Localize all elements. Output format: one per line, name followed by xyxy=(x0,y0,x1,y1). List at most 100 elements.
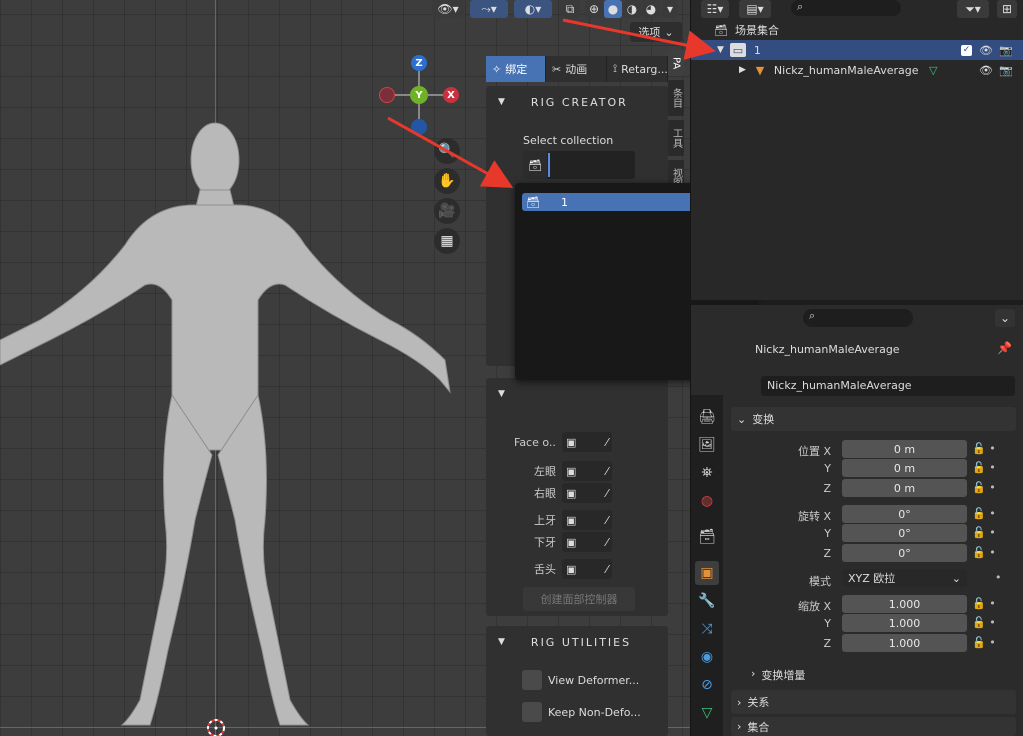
eyedropper-icon[interactable]: ⁄ xyxy=(606,536,608,549)
shading-dropdown-icon[interactable]: ▾ xyxy=(662,0,678,18)
eyedropper-icon[interactable]: ⁄ xyxy=(606,563,608,576)
object-row[interactable]: ▶ ▼ Nickz_humanMaleAverage ▽ 👁 📷 xyxy=(691,60,1023,80)
rig-utilities-header[interactable]: ▼ RIG UTILITIES xyxy=(486,626,668,658)
scale-x-field[interactable]: 1.000 xyxy=(842,595,967,613)
rig-creator-header[interactable]: ▼ RIG CREATOR xyxy=(486,86,668,118)
data-tab-icon[interactable]: ▽ xyxy=(695,701,719,725)
lock-icon[interactable]: 🔓 • xyxy=(972,481,996,494)
render-camera-icon[interactable]: 📷 xyxy=(999,64,1013,77)
rotation-y-field[interactable]: 0° xyxy=(842,524,967,542)
collections-header[interactable]: › 集合 xyxy=(731,717,1016,736)
eyedropper-icon[interactable]: ⁄ xyxy=(606,514,608,527)
lock-icon[interactable]: 🔓 • xyxy=(972,507,996,520)
world-tab-icon[interactable]: ◍ xyxy=(695,489,719,513)
view-layer-icon[interactable]: ▤▾ xyxy=(739,0,771,18)
tab-rigging[interactable]: ✧ 绑定 xyxy=(486,56,546,82)
pin-icon[interactable]: 📌 xyxy=(997,341,1012,355)
keyframe-dot-icon[interactable]: • xyxy=(995,571,1002,584)
constraints-tab-icon[interactable]: ⊘ xyxy=(695,673,719,697)
object-picker[interactable]: ▣ ⁄ xyxy=(562,483,612,503)
visibility-icon[interactable]: 👁▾ xyxy=(432,0,464,18)
vtab-item[interactable]: 条目 xyxy=(668,80,684,116)
expand-triangle-icon[interactable]: ▼ xyxy=(717,45,724,55)
rotation-x-field[interactable]: 0° xyxy=(842,505,967,523)
shading-solid-icon[interactable]: ● xyxy=(604,0,622,18)
expand-triangle-icon[interactable]: ▶ xyxy=(739,65,746,75)
collection-tab-icon[interactable]: 🗃 xyxy=(695,525,719,549)
overlay-icon[interactable]: ◐▾ xyxy=(514,0,552,18)
lock-icon[interactable]: 🔓 • xyxy=(972,442,996,455)
eyedropper-icon[interactable]: ⁄ xyxy=(606,436,608,449)
vtab-pa[interactable]: PA xyxy=(668,50,684,76)
tab-retarget[interactable]: ⟟ Retarg... xyxy=(607,56,668,82)
tongue-field[interactable]: 舌头 ▣ ⁄ xyxy=(514,559,612,579)
rotation-mode-select[interactable]: XYZ 欧拉 ⌄ xyxy=(842,569,967,587)
view-layer-tab-icon[interactable]: ⛯ xyxy=(695,461,719,485)
scale-z-field[interactable]: 1.000 xyxy=(842,634,967,652)
lock-icon[interactable]: 🔓 • xyxy=(972,546,996,559)
shading-rendered-icon[interactable]: ◕ xyxy=(642,0,660,18)
tab-animation[interactable]: ✂ 动画 xyxy=(546,56,607,82)
properties-options-icon[interactable]: ⌄ xyxy=(995,309,1015,327)
display-mode-icon[interactable]: ☷▾ xyxy=(701,0,729,18)
view-deformer-checkbox[interactable] xyxy=(522,670,542,690)
zoom-icon[interactable]: 🔍 xyxy=(434,138,460,164)
face-object-field[interactable]: Face o... ▣ ⁄ xyxy=(514,432,612,452)
lock-icon[interactable]: 🔓 • xyxy=(972,461,996,474)
properties-search-input[interactable]: ⌕ xyxy=(803,309,913,327)
create-face-controls-button[interactable]: 创建面部控制器 xyxy=(523,587,635,611)
relations-header[interactable]: › 关系 xyxy=(731,690,1016,714)
object-picker[interactable]: ▣ ⁄ xyxy=(562,432,612,452)
physics-tab-icon[interactable]: ◉ xyxy=(695,645,719,669)
shading-material-icon[interactable]: ◑ xyxy=(623,0,641,18)
location-z-field[interactable]: 0 m xyxy=(842,479,967,497)
particles-tab-icon[interactable]: ⤨ xyxy=(695,617,719,641)
right-eye-field[interactable]: 右眼 ▣ ⁄ xyxy=(514,483,612,503)
shading-wireframe-icon[interactable]: ⊕ xyxy=(585,0,603,18)
eye-icon[interactable]: 👁 xyxy=(979,64,993,77)
collection-row[interactable]: ▼ ▭ 1 ✓ 👁 📷 xyxy=(691,40,1023,60)
hand-icon[interactable]: ✋ xyxy=(434,168,460,194)
camera-icon[interactable]: 🎥 xyxy=(434,198,460,224)
transform-header[interactable]: ⌄ 变换 xyxy=(731,407,1016,431)
gizmo-z-icon[interactable]: Z xyxy=(411,55,427,71)
rotation-z-field[interactable]: 0° xyxy=(842,544,967,562)
render-camera-icon[interactable]: 📷 xyxy=(999,44,1013,57)
view-deformer-option[interactable]: View Deformer... xyxy=(522,670,639,690)
object-name-field[interactable]: Nickz_humanMaleAverage xyxy=(761,376,1015,396)
eye-icon[interactable]: 👁 xyxy=(979,44,993,57)
gizmo-neg-x-icon[interactable] xyxy=(379,87,395,103)
keep-non-deform-checkbox[interactable] xyxy=(522,702,542,722)
face-rig-header[interactable]: ▼ xyxy=(486,378,668,410)
filter-icon[interactable]: ⏷▾ xyxy=(957,0,989,18)
exclude-checkbox-icon[interactable]: ✓ xyxy=(961,44,972,56)
collection-selector[interactable]: 🗃 xyxy=(523,151,635,179)
object-picker[interactable]: ▣ ⁄ xyxy=(562,559,612,579)
location-y-field[interactable]: 0 m xyxy=(842,459,967,477)
gizmo-x-icon[interactable]: X xyxy=(443,87,459,103)
render-tab-icon[interactable]: 🖨 xyxy=(695,405,719,429)
outliner-search-input[interactable]: ⌕ xyxy=(791,0,901,16)
object-tab-icon[interactable]: ▣ xyxy=(695,561,719,585)
vtab-tool[interactable]: 工具 xyxy=(668,120,684,156)
modifier-tab-icon[interactable]: 🔧 xyxy=(695,589,719,613)
output-tab-icon[interactable]: 🖼 xyxy=(695,433,719,457)
lower-teeth-field[interactable]: 下牙 ▣ ⁄ xyxy=(514,532,612,552)
grid-icon[interactable]: ▦ xyxy=(434,228,460,254)
location-x-field[interactable]: 0 m xyxy=(842,440,967,458)
gizmo-neg-z-icon[interactable] xyxy=(411,119,427,135)
xray-icon[interactable]: ⧉ xyxy=(560,0,580,18)
gizmo-toggle-icon[interactable]: ⤳▾ xyxy=(470,0,508,18)
object-picker[interactable]: ▣ ⁄ xyxy=(562,532,612,552)
scale-y-field[interactable]: 1.000 xyxy=(842,614,967,632)
eyedropper-icon[interactable]: ⁄ xyxy=(606,465,608,478)
options-button[interactable]: 选项 ⌄ xyxy=(630,22,682,42)
left-eye-field[interactable]: 左眼 ▣ ⁄ xyxy=(514,461,612,481)
lock-icon[interactable]: 🔓 • xyxy=(972,636,996,649)
new-collection-icon[interactable]: ⊞ xyxy=(997,0,1017,18)
gizmo-y-icon[interactable]: Y xyxy=(410,86,428,104)
lock-icon[interactable]: 🔓 • xyxy=(972,616,996,629)
lock-icon[interactable]: 🔓 • xyxy=(972,597,996,610)
object-picker[interactable]: ▣ ⁄ xyxy=(562,461,612,481)
keep-non-deform-option[interactable]: Keep Non-Defo... xyxy=(522,702,641,722)
